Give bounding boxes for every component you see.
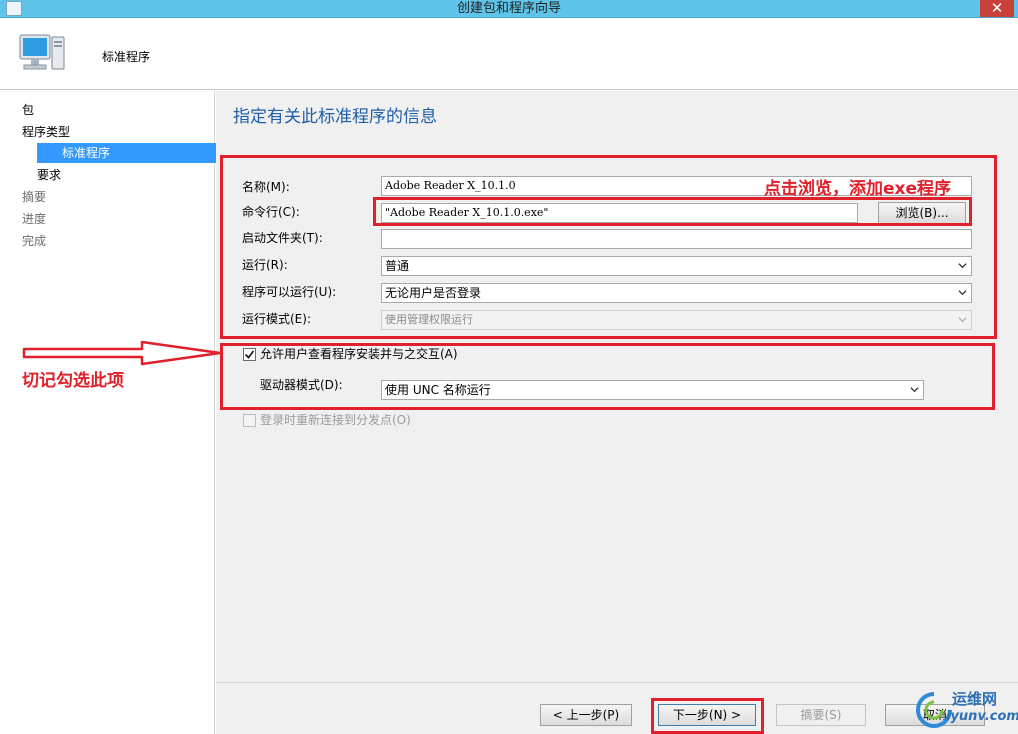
annotation-browse-hint: 点击浏览，添加exe程序 <box>764 179 952 199</box>
previous-button[interactable]: < 上一步(P) <box>540 704 632 726</box>
watermark-cn: 运维网 <box>952 690 998 708</box>
nav-item-completion[interactable]: 完成 <box>22 231 46 251</box>
nav-item-program-type[interactable]: 程序类型 <box>22 122 70 142</box>
page-heading: 指定有关此标准程序的信息 <box>233 107 437 127</box>
footer-divider <box>216 682 1018 683</box>
nav-item-summary[interactable]: 摘要 <box>22 187 46 207</box>
next-button[interactable]: 下一步(N) > <box>658 704 756 726</box>
close-button[interactable]: ✕ <box>980 0 1014 17</box>
title-bar: 创建包和程序向导 ✕ <box>0 0 1018 18</box>
computer-icon <box>19 34 65 70</box>
window-title: 创建包和程序向导 <box>456 1 561 16</box>
nav-item-progress[interactable]: 进度 <box>22 209 46 229</box>
nav-item-package[interactable]: 包 <box>22 100 34 120</box>
reconnect-checkbox <box>243 414 256 427</box>
annotation-check-hint: 切记勾选此项 <box>22 371 124 391</box>
summary-button: 摘要(S) <box>776 704 866 726</box>
header-title: 标准程序 <box>102 50 151 64</box>
annotation-arrow-icon <box>22 340 222 366</box>
wizard-nav: 包 程序类型 标准程序 要求 摘要 进度 完成 <box>0 91 239 734</box>
watermark-url: iyunv.com <box>946 709 1018 724</box>
nav-item-requirements[interactable]: 要求 <box>37 165 61 185</box>
nav-item-standard-program[interactable]: 标准程序 <box>37 143 239 163</box>
wizard-header: 标准程序 <box>0 18 1018 90</box>
annotation-command-box <box>373 197 972 226</box>
reconnect-label: 登录时重新连接到分发点(O) <box>260 413 411 427</box>
annotation-checkbox-box <box>220 343 995 410</box>
watermark-logo: 运维网 iyunv.com <box>914 686 1018 732</box>
